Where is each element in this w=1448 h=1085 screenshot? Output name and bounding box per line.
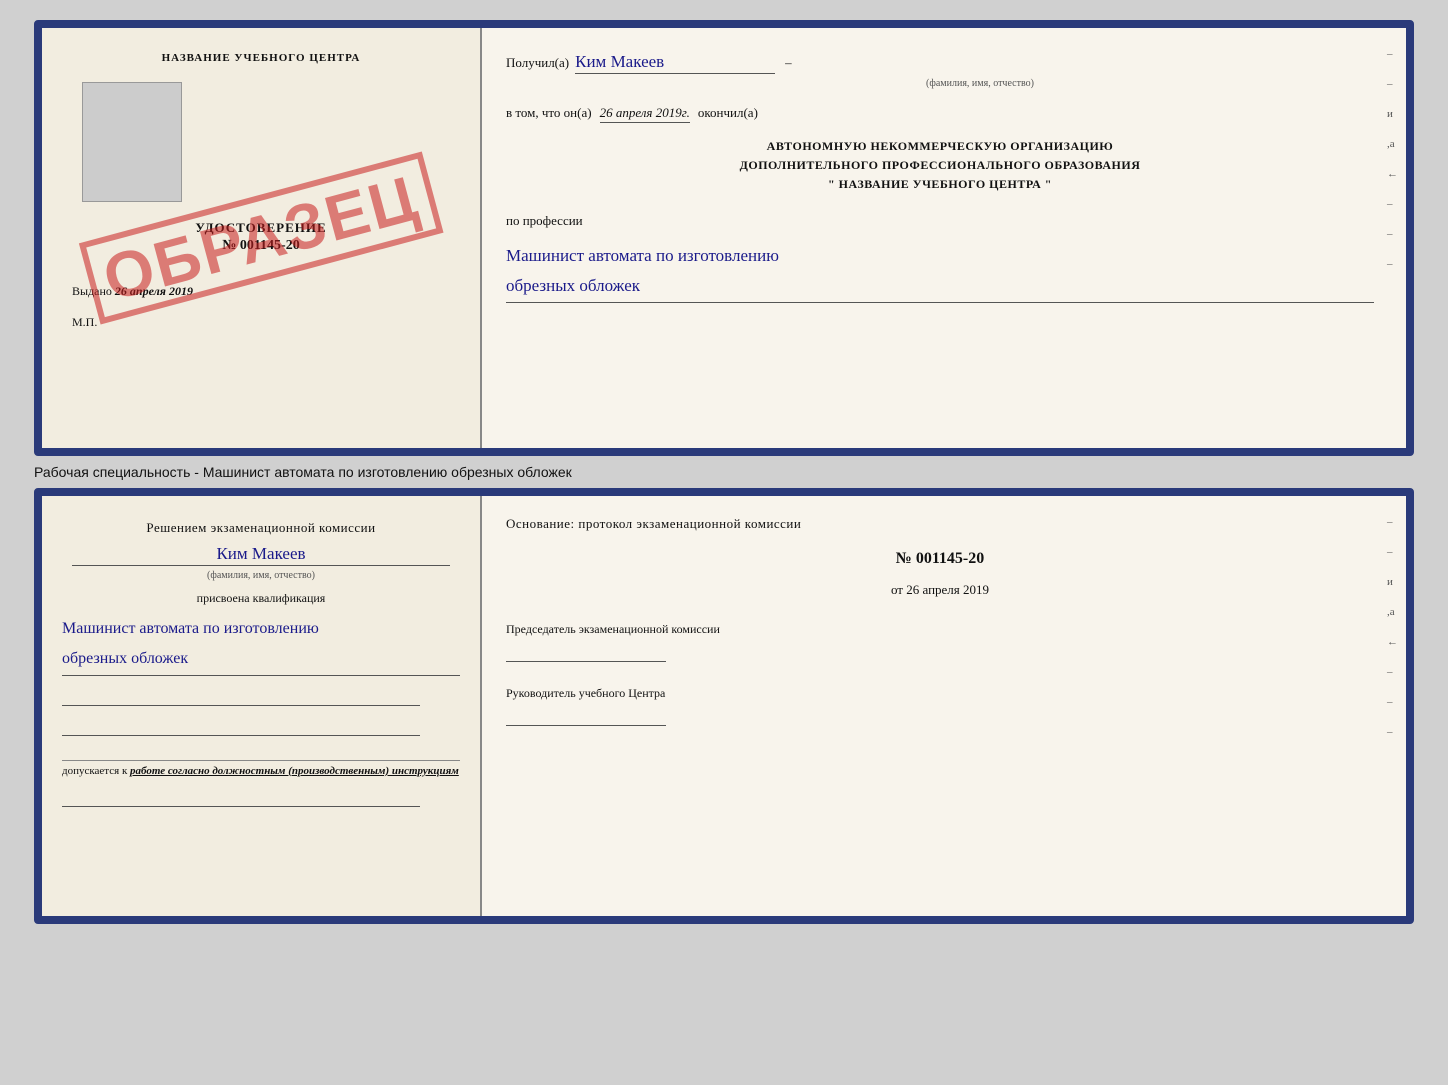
fio-hint-bottom: (фамилия, имя, отчество) [62, 570, 460, 581]
bottom-name: Ким Макеев [72, 544, 450, 566]
vtom-date: 26 апреля 2019г. [600, 105, 690, 123]
blank-line-1 [62, 686, 420, 706]
prisvoena-text: присвоена квалификация [62, 591, 460, 606]
vydano-date: 26 апреля 2019 [115, 284, 193, 298]
bottom-left: Решением экзаменационной комиссии Ким Ма… [42, 496, 482, 916]
resheniem-text: Решением экзаменационной комиссии [62, 520, 460, 536]
photo-placeholder [82, 82, 182, 202]
po-professii-label: по профессии [506, 213, 1374, 229]
bottom-right: Основание: протокол экзаменационной коми… [482, 496, 1406, 916]
vydano-line: Выдано 26 апреля 2019 [72, 284, 193, 299]
poluchil-dash: – [785, 55, 792, 71]
protocol-number: № 001145-20 [506, 550, 1374, 568]
blank-line-3 [62, 787, 420, 807]
document-container: НАЗВАНИЕ УЧЕБНОГО ЦЕНТРА УДОСТОВЕРЕНИЕ №… [34, 20, 1414, 924]
caption-text: Рабочая специальность - Машинист автомат… [34, 464, 1414, 480]
poluchil-line: Получил(а) Ким Макеев – [506, 52, 1374, 74]
top-document: НАЗВАНИЕ УЧЕБНОГО ЦЕНТРА УДОСТОВЕРЕНИЕ №… [34, 20, 1414, 456]
vtom-label: в том, что он(а) [506, 105, 592, 121]
ot-label: от [891, 582, 903, 597]
org-line2: ДОПОЛНИТЕЛЬНОГО ПРОФЕССИОНАЛЬНОГО ОБРАЗО… [506, 156, 1374, 175]
rukovoditel-label: Руководитель учебного Центра [506, 684, 1374, 702]
org-block: АВТОНОМНУЮ НЕКОММЕРЧЕСКУЮ ОРГАНИЗАЦИЮ ДО… [506, 137, 1374, 195]
profession-handwritten: Машинист автомата по изготовлению обрезн… [506, 241, 1374, 303]
predsedatel-label: Председатель экзаменационной комиссии [506, 620, 1374, 638]
org-line1: АВТОНОМНУЮ НЕКОММЕРЧЕСКУЮ ОРГАНИЗАЦИЮ [506, 137, 1374, 156]
udostoverenie-title: УДОСТОВЕРЕНИЕ [195, 220, 326, 236]
right-vertical-marks-top: – – и ,а ← – – – [1387, 48, 1398, 270]
bottom-document: Решением экзаменационной комиссии Ким Ма… [34, 488, 1414, 924]
mp-line: М.П. [72, 315, 97, 330]
cert-number: № 001145-20 [195, 238, 326, 254]
rukovoditel-block: Руководитель учебного Центра [506, 684, 1374, 726]
udostoverenie-block: УДОСТОВЕРЕНИЕ № 001145-20 [195, 220, 326, 254]
predsedatel-block: Председатель экзаменационной комиссии [506, 620, 1374, 662]
doc-right: Получил(а) Ким Макеев – (фамилия, имя, о… [482, 28, 1406, 448]
ot-date-value: 26 апреля 2019 [906, 582, 989, 597]
vydano-label: Выдано [72, 284, 112, 298]
center-title: НАЗВАНИЕ УЧЕБНОГО ЦЕНТРА [162, 52, 361, 64]
dopuskaetsya-prefix: допускается к [62, 765, 127, 777]
fio-hint-top: (фамилия, имя, отчество) [586, 78, 1374, 89]
right-vertical-marks-bottom: – – и ,а ← – – – [1387, 516, 1398, 738]
osnovanie-label: Основание: протокол экзаменационной коми… [506, 516, 1374, 532]
dopuskaetsya-line: допускается к работе согласно должностны… [62, 760, 460, 777]
dopuskaetsya-italic: работе согласно должностным (производств… [130, 765, 459, 777]
kvalif-line1: Машинист автомата по изготовлению [62, 614, 460, 644]
org-line3: " НАЗВАНИЕ УЧЕБНОГО ЦЕНТРА " [506, 175, 1374, 194]
profession-line2: обрезных обложек [506, 271, 1374, 302]
ot-date: от 26 апреля 2019 [506, 582, 1374, 598]
profession-line1: Машинист автомата по изготовлению [506, 241, 1374, 272]
kvalif-handwritten: Машинист автомата по изготовлению обрезн… [62, 614, 460, 676]
rukovoditel-signature-line [506, 706, 666, 726]
vtom-line: в том, что он(а) 26 апреля 2019г. окончи… [506, 105, 1374, 123]
doc-left: НАЗВАНИЕ УЧЕБНОГО ЦЕНТРА УДОСТОВЕРЕНИЕ №… [42, 28, 482, 448]
blank-line-2 [62, 716, 420, 736]
predsedatel-signature-line [506, 642, 666, 662]
poluchil-label: Получил(а) [506, 55, 569, 71]
okonchil-label: окончил(а) [698, 105, 758, 121]
poluchil-name: Ким Макеев [575, 52, 775, 74]
kvalif-line2: обрезных обложек [62, 644, 460, 674]
